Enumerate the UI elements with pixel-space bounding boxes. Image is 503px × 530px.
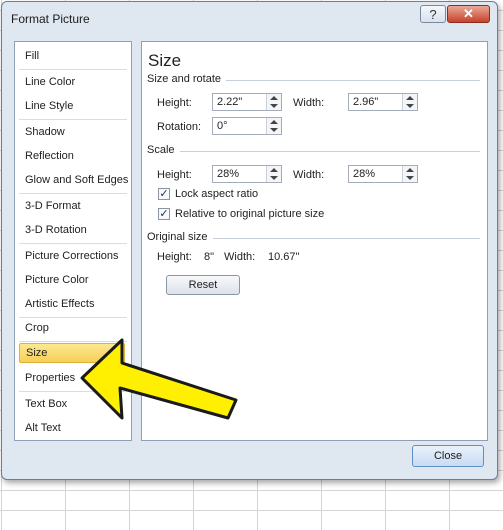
nav-separator <box>19 69 127 70</box>
nav-item-line-color[interactable]: Line Color <box>19 72 125 92</box>
original-height-value: 8" <box>204 251 215 263</box>
spin-down-icon <box>270 104 278 108</box>
nav-item-artistic-effects[interactable]: Artistic Effects <box>19 294 125 314</box>
height-label: Height: <box>157 97 192 109</box>
scale-width-value: 28% <box>353 168 376 180</box>
close-icon: ✕ <box>463 6 474 21</box>
width-label: Width: <box>293 97 325 109</box>
help-icon: ? <box>429 6 437 22</box>
close-button[interactable]: Close <box>412 445 484 467</box>
spinner-arrows[interactable] <box>402 166 417 182</box>
lock-aspect-checkbox[interactable]: ✓ <box>158 188 170 200</box>
nav-separator <box>19 243 127 244</box>
scale-width-spinner[interactable]: 28% <box>348 165 418 183</box>
dialog-title: Format Picture <box>11 12 90 26</box>
nav-item-picture-color[interactable]: Picture Color <box>19 270 125 290</box>
nav-item-fill[interactable]: Fill <box>19 46 125 66</box>
scale-height-label: Height: <box>157 169 192 181</box>
nav-item-picture-corrections[interactable]: Picture Corrections <box>19 246 125 266</box>
original-height-label: Height: <box>157 251 192 263</box>
width-spinner[interactable]: 2.96" <box>348 93 418 111</box>
panel-title: Size <box>148 51 182 70</box>
spinner-arrows[interactable] <box>266 94 281 110</box>
nav-item-reflection[interactable]: Reflection <box>19 146 125 166</box>
spin-up-icon <box>270 168 278 172</box>
nav-item-3d-rotation[interactable]: 3-D Rotation <box>19 220 125 240</box>
scale-width-label: Width: <box>293 169 325 181</box>
spin-down-icon <box>406 104 414 108</box>
section-original-size: Original size <box>147 231 208 243</box>
spin-down-icon <box>270 128 278 132</box>
section-scale: Scale <box>147 144 175 156</box>
relative-size-checkbox[interactable]: ✓ <box>158 208 170 220</box>
width-value: 2.96" <box>353 96 379 108</box>
spinner-arrows[interactable] <box>266 118 281 134</box>
title-close-button[interactable]: ✕ <box>447 5 490 23</box>
section-divider <box>180 151 480 152</box>
nav-item-glow-soft-edges[interactable]: Glow and Soft Edges <box>19 170 128 190</box>
height-spinner[interactable]: 2.22" <box>212 93 282 111</box>
nav-separator <box>19 119 127 120</box>
section-size-and-rotate: Size and rotate <box>147 73 221 85</box>
rotation-label: Rotation: <box>157 121 202 133</box>
rotation-value: 0° <box>217 120 228 132</box>
original-width-value: 10.67" <box>268 251 300 263</box>
annotation-arrow-icon <box>80 338 238 420</box>
spinner-arrows[interactable] <box>402 94 417 110</box>
spin-down-icon <box>406 176 414 180</box>
spin-up-icon <box>270 120 278 124</box>
nav-item-shadow[interactable]: Shadow <box>19 122 125 142</box>
scale-height-spinner[interactable]: 28% <box>212 165 282 183</box>
section-divider <box>226 80 480 81</box>
spin-up-icon <box>270 96 278 100</box>
height-value: 2.22" <box>217 96 243 108</box>
title-bar: Format Picture ? ✕ <box>2 2 497 34</box>
relative-size-label[interactable]: Relative to original picture size <box>175 208 324 220</box>
spin-down-icon <box>270 176 278 180</box>
spinner-arrows[interactable] <box>266 166 281 182</box>
section-divider <box>213 238 480 239</box>
original-width-label: Width: <box>224 251 256 263</box>
lock-aspect-label[interactable]: Lock aspect ratio <box>175 188 258 200</box>
rotation-spinner[interactable]: 0° <box>212 117 282 135</box>
nav-item-line-style[interactable]: Line Style <box>19 96 125 116</box>
spin-up-icon <box>406 168 414 172</box>
nav-separator <box>19 193 127 194</box>
help-button[interactable]: ? <box>420 5 446 23</box>
scale-height-value: 28% <box>217 168 240 180</box>
reset-button[interactable]: Reset <box>166 275 240 295</box>
nav-item-3d-format[interactable]: 3-D Format <box>19 196 125 216</box>
spin-up-icon <box>406 96 414 100</box>
